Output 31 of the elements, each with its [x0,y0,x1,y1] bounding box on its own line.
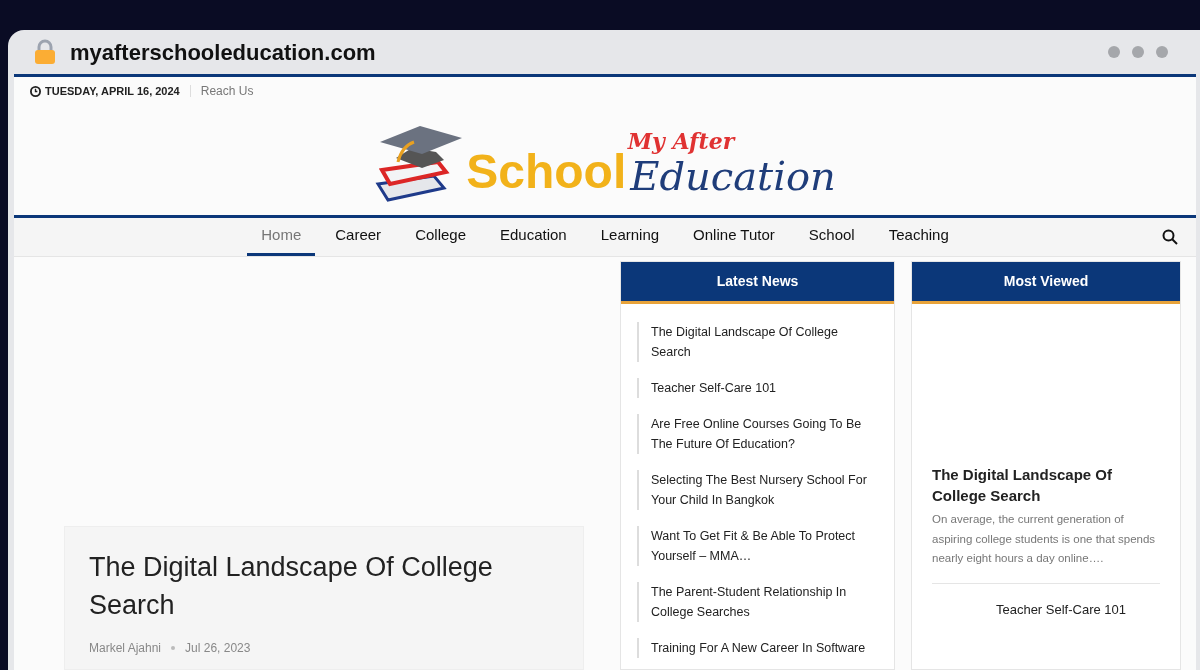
logo-text: School [466,147,627,196]
nav-tab[interactable]: Education [486,218,581,256]
logo-text: Education [630,155,836,196]
news-link[interactable]: Selecting The Best Nursery School For Your Child In Bangkok [637,470,878,510]
post-date: Jul 26, 2023 [185,640,251,657]
address-bar-url[interactable]: myafterschooleducation.com [70,35,376,69]
nav-tab[interactable]: Career [321,218,396,256]
top-bar-link[interactable]: Reach Us [200,82,254,100]
nav-tab[interactable]: College [401,218,480,256]
news-link[interactable]: The Parent-Student Relationship In College Searches [637,582,878,622]
clock-icon [30,85,41,97]
logo-text: My After [627,126,735,156]
lock-icon [34,39,56,65]
date-text: TUESDAY, APRIL 16, 2024 [45,83,180,99]
news-link[interactable]: The Digital Landscape Of College Search [637,322,878,362]
news-link[interactable]: Training For A New Career In Software [637,638,878,658]
news-link[interactable]: Want To Get Fit & Be Able To Protect Yourself – MMA… [637,526,878,566]
post-title[interactable]: The Digital Landscape Of College Search [932,464,1160,506]
news-link[interactable]: Teacher Self-Care 101 [637,378,878,398]
nav-tab[interactable]: Home [247,218,316,256]
nav-tab[interactable]: School [794,218,869,256]
search-icon[interactable] [1162,229,1178,245]
news-link[interactable]: Teacher Self-Care 101 [995,599,1127,620]
panel-heading: Latest News [621,262,894,304]
post-excerpt: On average, the current generation of aspiring college students is one that spends nearly eight hours a day online…. [932,512,1157,567]
news-link[interactable]: Are Free Online Courses Going To Be The Future Of Education? [637,414,878,454]
panel-heading: Most Viewed [912,262,1180,304]
post-title[interactable]: The Digital Landscape Of College Search [89,549,559,625]
nav-tab[interactable]: Online Tutor [679,218,789,256]
nav-tab[interactable]: Learning [586,218,674,256]
nav-tab[interactable]: Teaching [874,218,963,256]
